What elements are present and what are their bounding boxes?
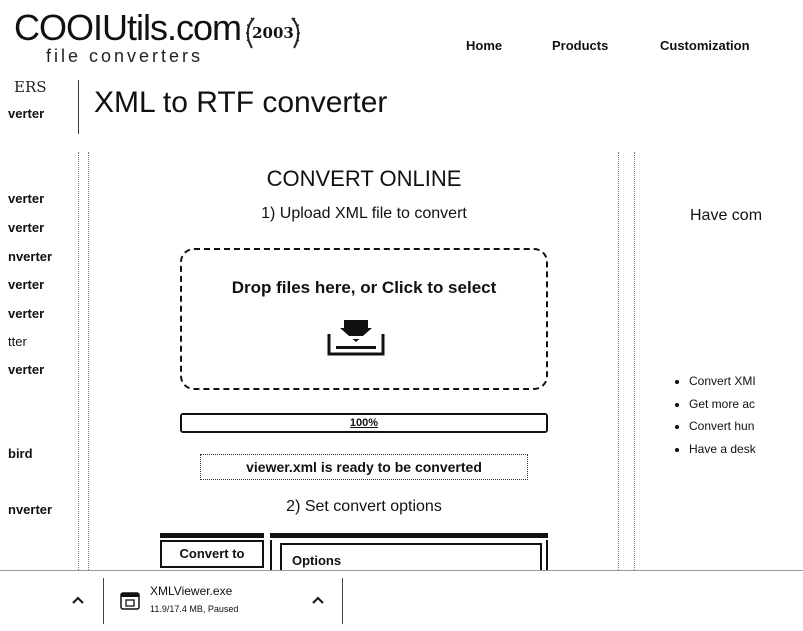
list-item: Convert hun — [689, 417, 756, 440]
nav-products[interactable]: Products — [552, 38, 608, 53]
sidebar-item[interactable]: tter — [8, 334, 27, 349]
step2-label: 2) Set convert options — [286, 498, 442, 515]
dropzone-label[interactable]: Drop files here, or Click to select — [180, 278, 548, 298]
sidebar-item[interactable]: verter — [8, 306, 44, 321]
seal-year: 2003 — [252, 24, 294, 42]
convert-to-tab[interactable]: Convert to — [160, 540, 264, 568]
sidebar-item[interactable]: verter — [8, 277, 44, 292]
tab-bar — [270, 533, 548, 538]
progress-text: 100% — [349, 417, 379, 429]
column-divider — [634, 152, 635, 570]
ready-message: viewer.xml is ready to be converted — [200, 454, 528, 480]
list-item: Convert XMI — [689, 372, 756, 395]
divider — [103, 578, 104, 624]
chevron-up-icon[interactable] — [312, 592, 324, 608]
upload-progress-bar: 100% — [180, 413, 548, 433]
page-title: XML to RTF converter — [94, 86, 388, 119]
logo[interactable]: COOIUtils.com — [14, 8, 242, 48]
nav-home[interactable]: Home — [466, 38, 502, 53]
sidebar-item[interactable]: verter — [8, 220, 44, 235]
column-divider — [88, 152, 89, 570]
step1-label: 1) Upload XML file to convert — [261, 205, 467, 222]
sidebar-item[interactable]: verter — [8, 106, 44, 121]
download-file-name[interactable]: XMLViewer.exe — [150, 584, 232, 598]
right-heading: Have com — [690, 207, 763, 224]
column-divider — [78, 152, 79, 570]
upload-icon[interactable] — [326, 318, 386, 358]
sidebar-heading: ERS — [14, 78, 47, 96]
list-item: Get more ac — [689, 395, 756, 418]
divider — [342, 578, 343, 624]
sidebar-item[interactable]: bird — [8, 446, 33, 461]
sidebar-item[interactable]: nverter — [8, 249, 52, 264]
sidebar-item[interactable]: verter — [8, 191, 44, 206]
nav-customization[interactable]: Customization — [660, 38, 750, 53]
list-item: Have a desk — [689, 440, 756, 463]
feature-list: Convert XMI Get more ac Convert hun Have… — [672, 372, 756, 462]
title-divider — [78, 80, 79, 134]
logo-tagline: file converters — [46, 46, 204, 66]
file-icon — [120, 592, 140, 610]
convert-online-heading: CONVERT ONLINE — [266, 166, 462, 191]
download-status: 11.9/17.4 MB, Paused — [150, 604, 239, 614]
chevron-up-icon[interactable] — [72, 592, 84, 608]
sidebar-item[interactable]: nverter — [8, 502, 52, 517]
column-divider — [618, 152, 619, 570]
sidebar-item[interactable]: verter — [8, 362, 44, 377]
tab-bar — [160, 533, 264, 538]
